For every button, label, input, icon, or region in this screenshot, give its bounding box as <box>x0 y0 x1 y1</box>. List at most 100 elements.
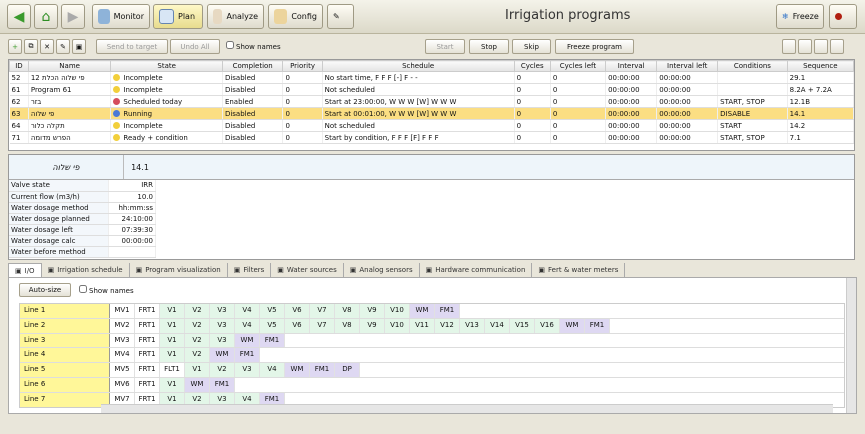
io-line-row[interactable]: Line 4 MV4 FRT1 V1 V2 WM FM1 <box>20 348 844 364</box>
column-header[interactable]: Name <box>27 60 112 72</box>
column-header[interactable]: Schedule <box>321 60 515 72</box>
io-cell[interactable]: V11 <box>410 318 435 333</box>
io-cell[interactable]: MV2 <box>110 318 135 333</box>
delete-button[interactable]: ✕ <box>40 39 54 54</box>
show-names-checkbox[interactable]: Show names <box>226 41 281 51</box>
io-cell[interactable]: V3 <box>235 363 260 377</box>
io-cell[interactable]: MV1 <box>110 304 135 318</box>
io-cell[interactable]: V15 <box>510 318 535 333</box>
io-cell[interactable]: FRT1 <box>135 318 160 333</box>
io-cell[interactable]: WM <box>410 304 435 318</box>
tab-program-visualization[interactable]: ▣ Program visualization <box>130 263 228 277</box>
io-cell[interactable]: V14 <box>485 318 510 333</box>
back-button[interactable]: ◀ <box>7 4 31 29</box>
column-header[interactable]: Interval left <box>656 60 719 72</box>
io-cell[interactable]: V1 <box>160 377 185 392</box>
home-button[interactable]: ⌂ <box>34 4 58 29</box>
vertical-scrollbar[interactable] <box>846 278 856 413</box>
column-header[interactable]: Priority <box>282 60 323 72</box>
start-button[interactable]: Start <box>425 39 465 54</box>
table-row[interactable]: 64 תקלה כלור Incomplete Disabled 0 Not schedu… <box>9 119 854 132</box>
freeze-program-button[interactable]: Freeze program <box>555 39 634 54</box>
io-cell[interactable]: MV6 <box>110 377 135 392</box>
io-cell[interactable]: V3 <box>210 304 235 318</box>
tab-fert-water-meters[interactable]: ▣ Fert & water meters <box>532 263 626 277</box>
column-header[interactable]: ID <box>9 60 29 72</box>
table-row[interactable]: 71 הפרש מדומה Ready + condition Disabled 0 St… <box>9 131 854 144</box>
auto-size-button[interactable]: Auto-size <box>19 283 71 297</box>
column-header[interactable]: Sequence <box>786 60 854 72</box>
column-header[interactable]: Cycles left <box>549 60 607 72</box>
io-cell[interactable]: V2 <box>185 304 210 318</box>
io-cell[interactable]: V8 <box>335 318 360 333</box>
io-cell[interactable]: FRT1 <box>135 363 160 377</box>
column-header[interactable]: Conditions <box>717 60 788 72</box>
io-cell[interactable]: V9 <box>360 304 385 318</box>
plan-button[interactable]: Plan <box>153 4 203 29</box>
io-cell[interactable]: MV5 <box>110 363 135 377</box>
io-cell[interactable]: V2 <box>185 333 210 348</box>
tab-i-o[interactable]: ▣ I/O <box>8 263 42 277</box>
io-line-row[interactable]: Line 6 MV6 FRT1 V1 WM FM1 <box>20 377 844 393</box>
layout-button-3[interactable] <box>814 39 828 54</box>
freeze-button[interactable]: ❄ Freeze <box>776 4 824 29</box>
io-cell[interactable]: V1 <box>160 348 185 363</box>
io-cell[interactable]: FRT1 <box>135 377 160 392</box>
io-cell[interactable]: WM <box>185 377 210 392</box>
io-cell[interactable]: V8 <box>335 304 360 318</box>
io-cell[interactable]: V1 <box>185 363 210 377</box>
io-cell[interactable]: V4 <box>235 318 260 333</box>
io-cell[interactable]: WM <box>235 333 260 348</box>
forward-button[interactable]: ▶ <box>61 4 85 29</box>
io-cell[interactable]: V7 <box>310 318 335 333</box>
io-cell[interactable]: V6 <box>285 304 310 318</box>
io-cell[interactable]: FM1 <box>435 304 460 318</box>
horizontal-scrollbar[interactable] <box>101 404 833 413</box>
add-button[interactable]: + <box>8 39 22 54</box>
io-cell[interactable]: FRT1 <box>135 304 160 318</box>
io-cell[interactable]: FM1 <box>310 363 335 377</box>
io-cell[interactable]: V10 <box>385 304 410 318</box>
record-button[interactable] <box>829 4 857 29</box>
io-cell[interactable]: FM1 <box>260 333 285 348</box>
io-cell[interactable]: FRT1 <box>135 333 160 348</box>
column-header[interactable]: Cycles <box>513 60 551 72</box>
save-button[interactable]: ▣ <box>72 39 86 54</box>
io-cell[interactable]: FM1 <box>210 377 235 392</box>
analyze-button[interactable]: Analyze <box>207 4 264 29</box>
io-cell[interactable]: V2 <box>185 318 210 333</box>
table-row[interactable]: 62 בזר Scheduled today Enabled 0 Start at 23:… <box>9 95 854 108</box>
layout-button-2[interactable] <box>798 39 812 54</box>
skip-button[interactable]: Skip <box>512 39 551 54</box>
io-cell[interactable]: V3 <box>210 333 235 348</box>
io-cell[interactable]: DP <box>335 363 360 377</box>
io-cell[interactable]: FM1 <box>235 348 260 363</box>
table-row[interactable]: 52 12 פי שלוה הכלת Incomplete Disabled 0 No s… <box>9 71 854 84</box>
io-cell[interactable]: FRT1 <box>135 348 160 363</box>
io-line-row[interactable]: Line 1 MV1 FRT1 V1 V2 V3 V4 V5 V6 V7 V8 V9 V10 WM FM1 <box>20 304 844 319</box>
io-cell[interactable]: V10 <box>385 318 410 333</box>
io-cell[interactable]: V2 <box>185 348 210 363</box>
io-line-row[interactable]: Line 3 MV3 FRT1 V1 V2 V3 WM FM1 <box>20 333 844 349</box>
io-cell[interactable]: V1 <box>160 304 185 318</box>
layout-button-4[interactable] <box>830 39 844 54</box>
tab-irrigation-schedule[interactable]: ▣ Irrigation schedule <box>42 263 130 277</box>
io-cell[interactable]: V9 <box>360 318 385 333</box>
tab-filters[interactable]: ▣ Filters <box>228 263 272 277</box>
io-cell[interactable]: FLT1 <box>160 363 185 377</box>
io-cell[interactable]: FM1 <box>585 318 610 333</box>
io-cell[interactable]: V1 <box>160 318 185 333</box>
io-cell[interactable]: WM <box>560 318 585 333</box>
io-cell[interactable]: V12 <box>435 318 460 333</box>
monitor-button[interactable]: Monitor <box>92 4 150 29</box>
io-cell[interactable]: V13 <box>460 318 485 333</box>
tools-button[interactable]: ✎ <box>327 4 354 29</box>
io-cell[interactable]: MV3 <box>110 333 135 348</box>
io-cell[interactable]: V6 <box>285 318 310 333</box>
io-line-row[interactable]: Line 2 MV2 FRT1 V1 V2 V3 V4 V5 V6 V7 V8 V9 V10 V11 V12… <box>20 318 844 334</box>
io-cell[interactable]: WM <box>210 348 235 363</box>
send-to-target-button[interactable]: Send to target <box>96 39 168 54</box>
tab-water-sources[interactable]: ▣ Water sources <box>271 263 344 277</box>
io-cell[interactable]: V4 <box>260 363 285 377</box>
io-cell[interactable]: V2 <box>210 363 235 377</box>
